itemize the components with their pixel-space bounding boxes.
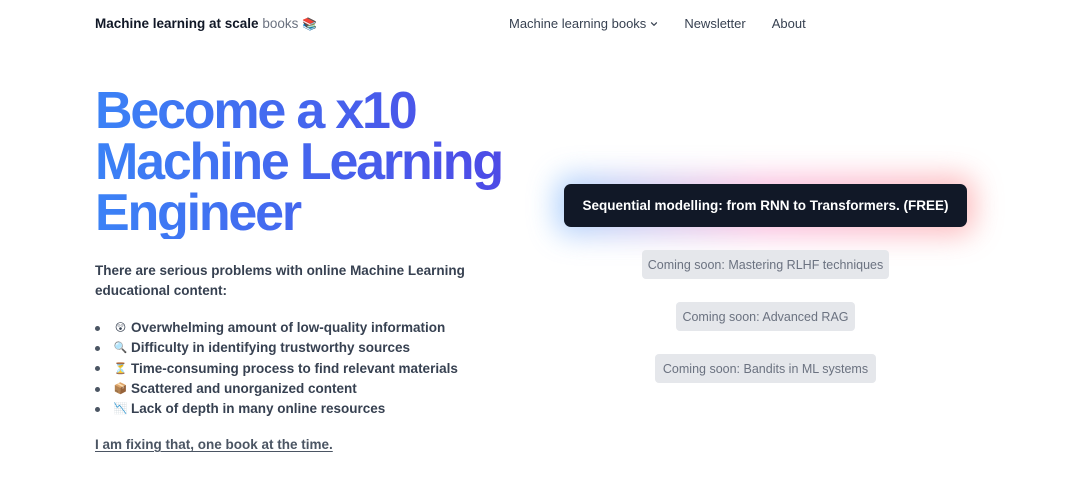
- nav-item-label: Machine learning books: [509, 16, 647, 31]
- chevron-down-icon: [651, 21, 658, 26]
- hero-title: Become a x10 Machine Learning Engineer: [95, 86, 535, 239]
- featured-book-button[interactable]: Sequential modelling: from RNN to Transf…: [564, 184, 967, 227]
- books-icon: 📚: [302, 17, 318, 31]
- problem-text: Time-consuming process to find relevant …: [131, 360, 458, 376]
- problem-text: Lack of depth in many online resources: [131, 401, 386, 417]
- list-item: 😲 Overwhelming amount of low-quality inf…: [95, 318, 458, 338]
- bullet-icon: [95, 325, 100, 331]
- coming-soon-bandits-badge: Coming soon: Bandits in ML systems: [655, 354, 876, 383]
- problem-text: Difficulty in identifying trustworthy so…: [131, 340, 411, 356]
- hero-title-line: Machine Learning: [95, 133, 502, 191]
- hero-title-line: Become a x10: [95, 82, 416, 140]
- main-nav: Machine learning books Newsletter About: [509, 15, 806, 32]
- brand-name: Machine learning at scale: [95, 16, 259, 31]
- list-item: 📉 Lack of depth in many online resources: [95, 399, 458, 419]
- list-item: 🔍 Difficulty in identifying trustworthy …: [95, 338, 458, 358]
- bullet-icon: [95, 345, 100, 351]
- coming-soon-rlhf-badge: Coming soon: Mastering RLHF techniques: [642, 250, 889, 279]
- nav-item-machine-learning-books[interactable]: Machine learning books: [509, 15, 658, 32]
- problems-list: 😲 Overwhelming amount of low-quality inf…: [95, 318, 458, 419]
- hero-title-line: Engineer: [95, 184, 300, 242]
- problem-text: Overwhelming amount of low-quality infor…: [131, 320, 446, 335]
- chart-decreasing-icon: 📉: [113, 403, 128, 416]
- fixing-link[interactable]: I am fixing that, one book at the time.: [95, 437, 333, 452]
- intro-text: There are serious problems with online M…: [95, 263, 465, 298]
- brand-logo-link[interactable]: Machine learning at scale books 📚: [95, 15, 317, 33]
- coming-soon-rag-badge: Coming soon: Advanced RAG: [676, 302, 855, 331]
- bullet-icon: [95, 406, 100, 412]
- site-header: Machine learning at scale books 📚 Machin…: [0, 0, 1080, 46]
- list-item: 📦 Scattered and unorganized content: [95, 379, 458, 399]
- problem-text: Scattered and unorganized content: [131, 380, 357, 396]
- nav-item-newsletter[interactable]: Newsletter: [684, 15, 745, 32]
- bullet-icon: [95, 386, 100, 392]
- nav-item-about[interactable]: About: [772, 15, 806, 32]
- magnifying-glass-icon: 🔍: [113, 342, 128, 355]
- package-icon: 📦: [113, 382, 128, 395]
- hourglass-icon: ⏳: [113, 362, 128, 375]
- list-item: ⏳ Time-consuming process to find relevan…: [95, 359, 458, 379]
- astonished-face-icon: 😲: [114, 322, 127, 334]
- bullet-icon: [95, 366, 100, 372]
- brand-suffix: books: [262, 16, 299, 31]
